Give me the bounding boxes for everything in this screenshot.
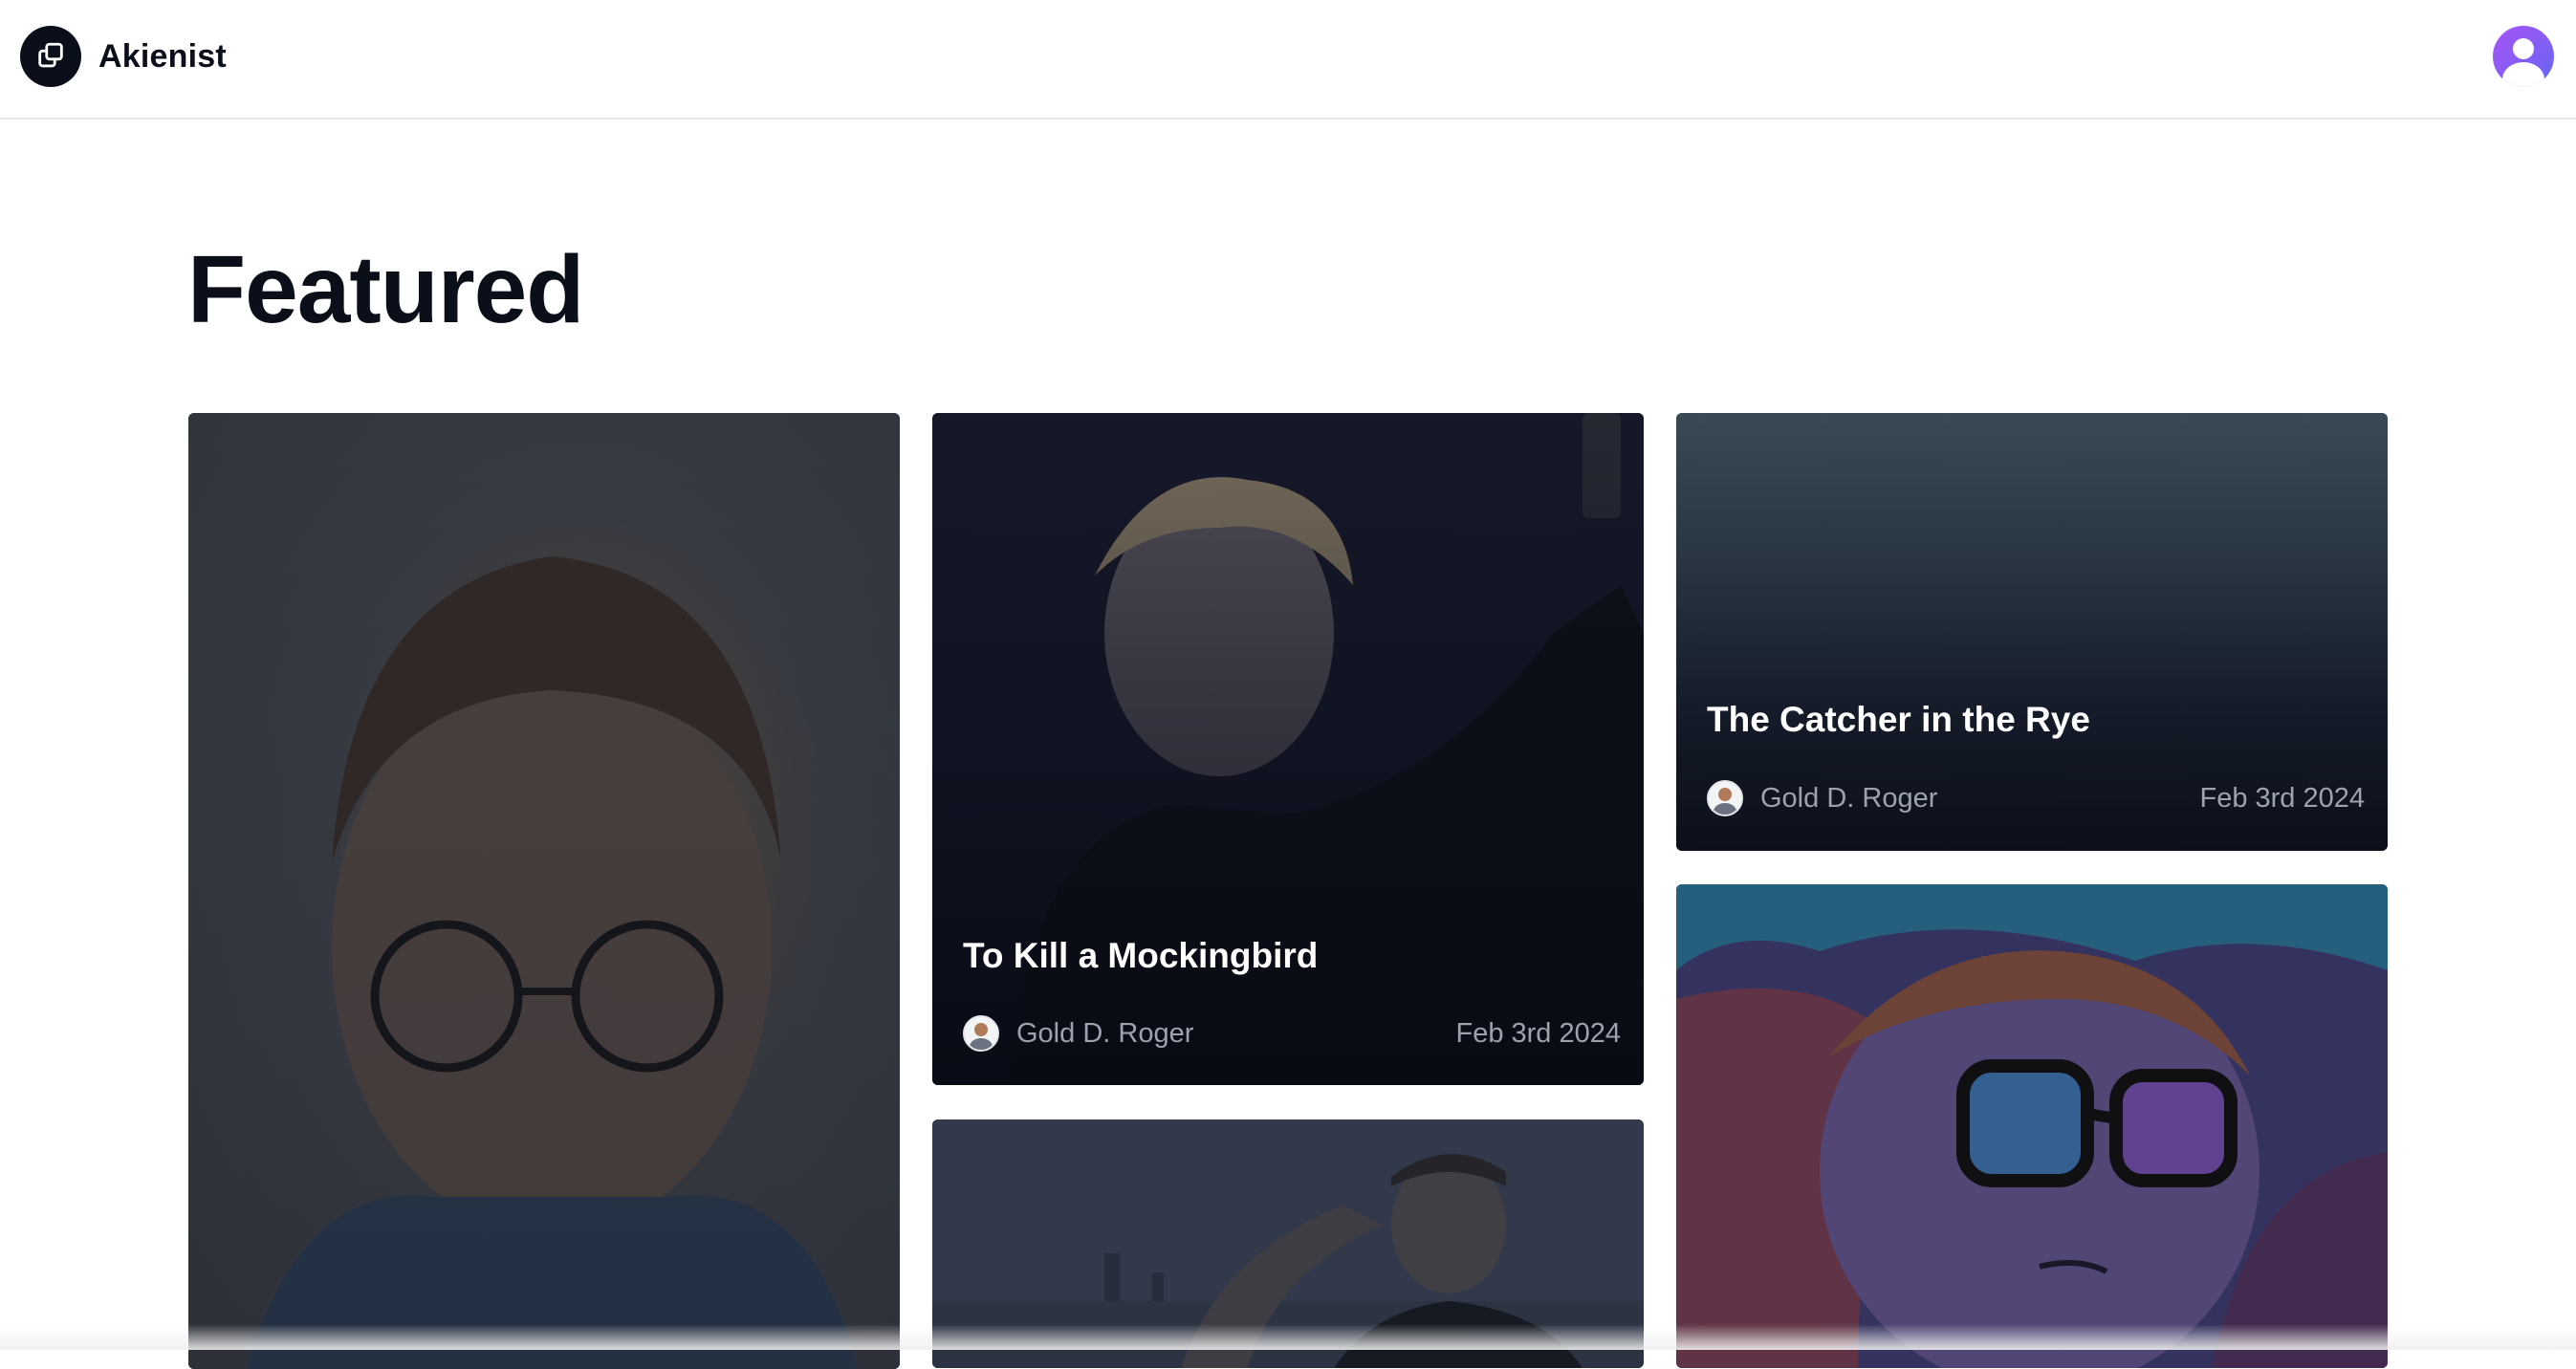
featured-card[interactable] [188, 413, 900, 1369]
card-meta: Gold D. Roger Feb 3rd 2024 [963, 1015, 1621, 1052]
featured-card[interactable]: The Catcher in the Rye Gold D. Roger Feb… [1676, 413, 2388, 851]
top-navbar: Akienist [0, 0, 2576, 120]
author-name: Gold D. Roger [1016, 1017, 1194, 1049]
brand-link[interactable]: Akienist [20, 26, 227, 87]
bottom-fade [0, 1324, 2576, 1350]
user-avatar-icon [2513, 38, 2534, 59]
post-date: Feb 3rd 2024 [1455, 1017, 1621, 1049]
author-avatar [1707, 780, 1743, 816]
author-avatar [963, 1015, 999, 1052]
author-name: Gold D. Roger [1760, 782, 1938, 814]
card-title: To Kill a Mockingbird [963, 936, 1319, 975]
user-avatar-button[interactable] [2493, 26, 2554, 87]
page-title: Featured [187, 236, 584, 343]
card-title: The Catcher in the Rye [1707, 700, 2090, 739]
card-meta: Gold D. Roger Feb 3rd 2024 [1707, 780, 2365, 816]
featured-card[interactable] [1676, 884, 2388, 1368]
brand-name: Akienist [98, 37, 227, 75]
layers-icon [20, 26, 81, 87]
featured-card[interactable]: To Kill a Mockingbird Gold D. Roger Feb … [932, 413, 1644, 1085]
post-date: Feb 3rd 2024 [2199, 782, 2365, 814]
